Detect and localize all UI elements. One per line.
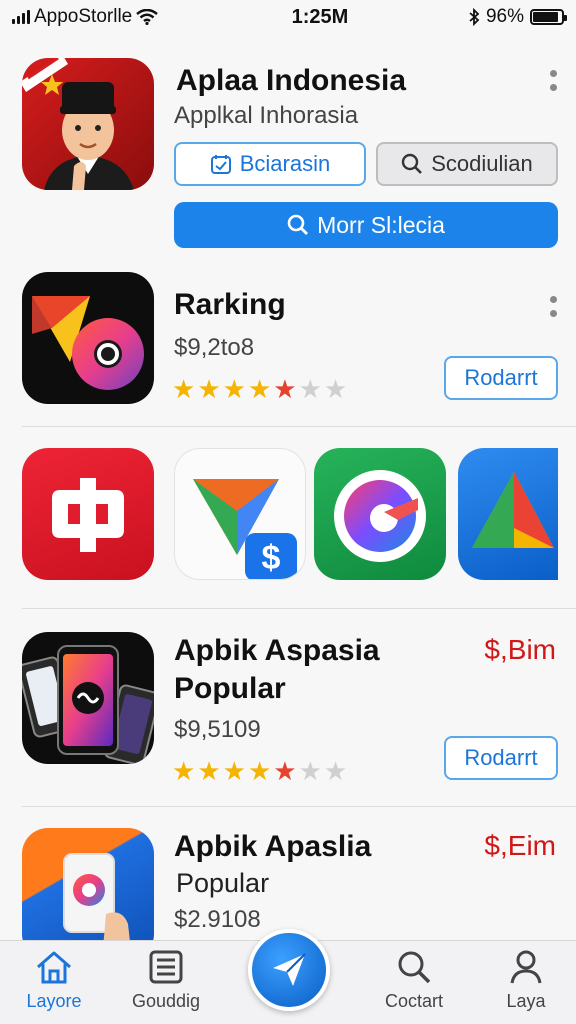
divider	[22, 806, 576, 807]
more-selection-button[interactable]: Morr Sl:lecia	[174, 202, 558, 248]
popular-1-action-label: Rodarrt	[464, 745, 538, 770]
clock: 1:25M	[291, 5, 349, 28]
battery-icon	[530, 9, 567, 25]
scodiulian-button[interactable]: Scodiulian	[376, 142, 558, 186]
svg-text:$: $	[262, 539, 281, 577]
tab-laya[interactable]: Laya	[476, 949, 576, 1012]
red-app-icon[interactable]	[22, 448, 154, 580]
popular-1-price: $9,5109	[174, 716, 261, 743]
bciarasin-label: Bciarasin	[239, 151, 331, 176]
star-icon: ★	[273, 374, 297, 404]
tab-coctart-label: Coctart	[384, 991, 444, 1011]
ranking-rating: ★ ★ ★ ★ ★ ★ ★	[172, 376, 347, 402]
home-icon	[37, 951, 71, 984]
popular-1-price-tag: $,Bim	[484, 634, 556, 665]
popular-1-rating: ★ ★ ★ ★ ★ ★ ★	[172, 758, 347, 784]
ranking-action-label: Rodarrt	[464, 365, 538, 390]
star-icon: ★	[323, 374, 348, 404]
bluetooth-icon	[469, 8, 480, 26]
popular-1-title-line1: Apbik Aspasia	[174, 634, 380, 667]
featured-subtitle: Applkal Inhorasia	[174, 102, 359, 129]
star-icon: ★	[222, 374, 246, 404]
tab-coctart[interactable]: Coctart	[364, 949, 464, 1012]
scodiulian-label: Scodiulian	[431, 151, 533, 176]
featured-card[interactable]: Aplaa Indonesia Applkal Inhorasia Bciara…	[0, 50, 576, 255]
divider	[22, 426, 576, 427]
ranking-app-icon[interactable]	[22, 272, 154, 404]
tab-gouddig-label: Gouddig	[131, 991, 201, 1011]
tab-layore-label: Layore	[26, 991, 82, 1011]
star-icon: ★	[172, 756, 196, 786]
star-icon: ★	[298, 756, 322, 786]
popular-card-1[interactable]: Apbik Aspasia Popular $,Bim $9,5109 ★ ★ …	[0, 620, 576, 800]
tab-laya-label: Laya	[506, 991, 546, 1011]
indonesia-app-icon[interactable]	[22, 58, 154, 190]
featured-title: Aplaa Indonesia	[176, 64, 407, 97]
battery-percent: 96%	[485, 6, 524, 27]
tab-bar: Layore Gouddig Coctart Laya	[0, 929, 576, 1024]
bciarasin-button[interactable]: Bciarasin	[174, 142, 366, 186]
popular-1-title-line2: Popular	[174, 672, 286, 705]
star-icon: ★	[222, 756, 246, 786]
send-button[interactable]	[248, 929, 330, 1011]
hand-phone-app-icon[interactable]	[22, 828, 154, 940]
star-icon: ★	[247, 756, 272, 786]
app-icon-row: $	[0, 448, 576, 588]
star-icon: ★	[197, 756, 221, 786]
star-icon: ★	[323, 756, 348, 786]
ranking-price: $9,2to8	[174, 334, 255, 361]
more-options-icon[interactable]	[548, 70, 558, 91]
person-icon	[510, 950, 542, 984]
triangle-app-icon[interactable]	[458, 448, 558, 580]
more-options-icon[interactable]	[548, 296, 558, 317]
popular-2-price-tag: $,Eim	[484, 830, 556, 861]
list-icon	[149, 950, 183, 984]
divider	[22, 608, 576, 609]
popular-2-title-line1: Apbik Apaslia	[174, 830, 372, 863]
star-icon: ★	[273, 756, 297, 786]
ranking-title: Rarking	[174, 288, 286, 321]
search-icon	[402, 153, 423, 174]
calendar-check-icon	[210, 155, 231, 174]
popular-2-price: $2.9108	[174, 906, 261, 933]
tab-layore[interactable]: Layore	[4, 949, 104, 1012]
tab-gouddig[interactable]: Gouddig	[116, 949, 216, 1012]
popular-1-action-button[interactable]: Rodarrt	[444, 736, 558, 780]
popular-card-2[interactable]: Apbik Apaslia Popular $,Eim $2.9108	[0, 816, 576, 940]
star-icon: ★	[298, 374, 322, 404]
phones-app-icon[interactable]	[22, 632, 154, 764]
carrier-label: AppoStorlle	[34, 6, 133, 27]
star-icon: ★	[172, 374, 196, 404]
star-icon: ★	[247, 374, 272, 404]
popular-2-title-line2: Popular	[176, 868, 270, 898]
ranking-card[interactable]: Rarking $9,2to8 ★ ★ ★ ★ ★ ★ ★ Rodarrt	[0, 262, 576, 422]
search-icon	[398, 951, 431, 984]
ranking-action-button[interactable]: Rodarrt	[444, 356, 558, 400]
g-swirl-app-icon[interactable]	[314, 448, 446, 580]
search-icon	[287, 214, 309, 235]
paper-plane-icon	[273, 953, 306, 986]
signal-icon	[12, 10, 30, 24]
more-selection-label: Morr Sl:lecia	[317, 211, 445, 238]
status-bar: AppoStorlle 1:25M 96%	[0, 0, 576, 34]
wifi-icon	[136, 9, 159, 25]
star-icon: ★	[197, 374, 221, 404]
triangle-dollar-app-icon[interactable]: $	[174, 448, 306, 580]
